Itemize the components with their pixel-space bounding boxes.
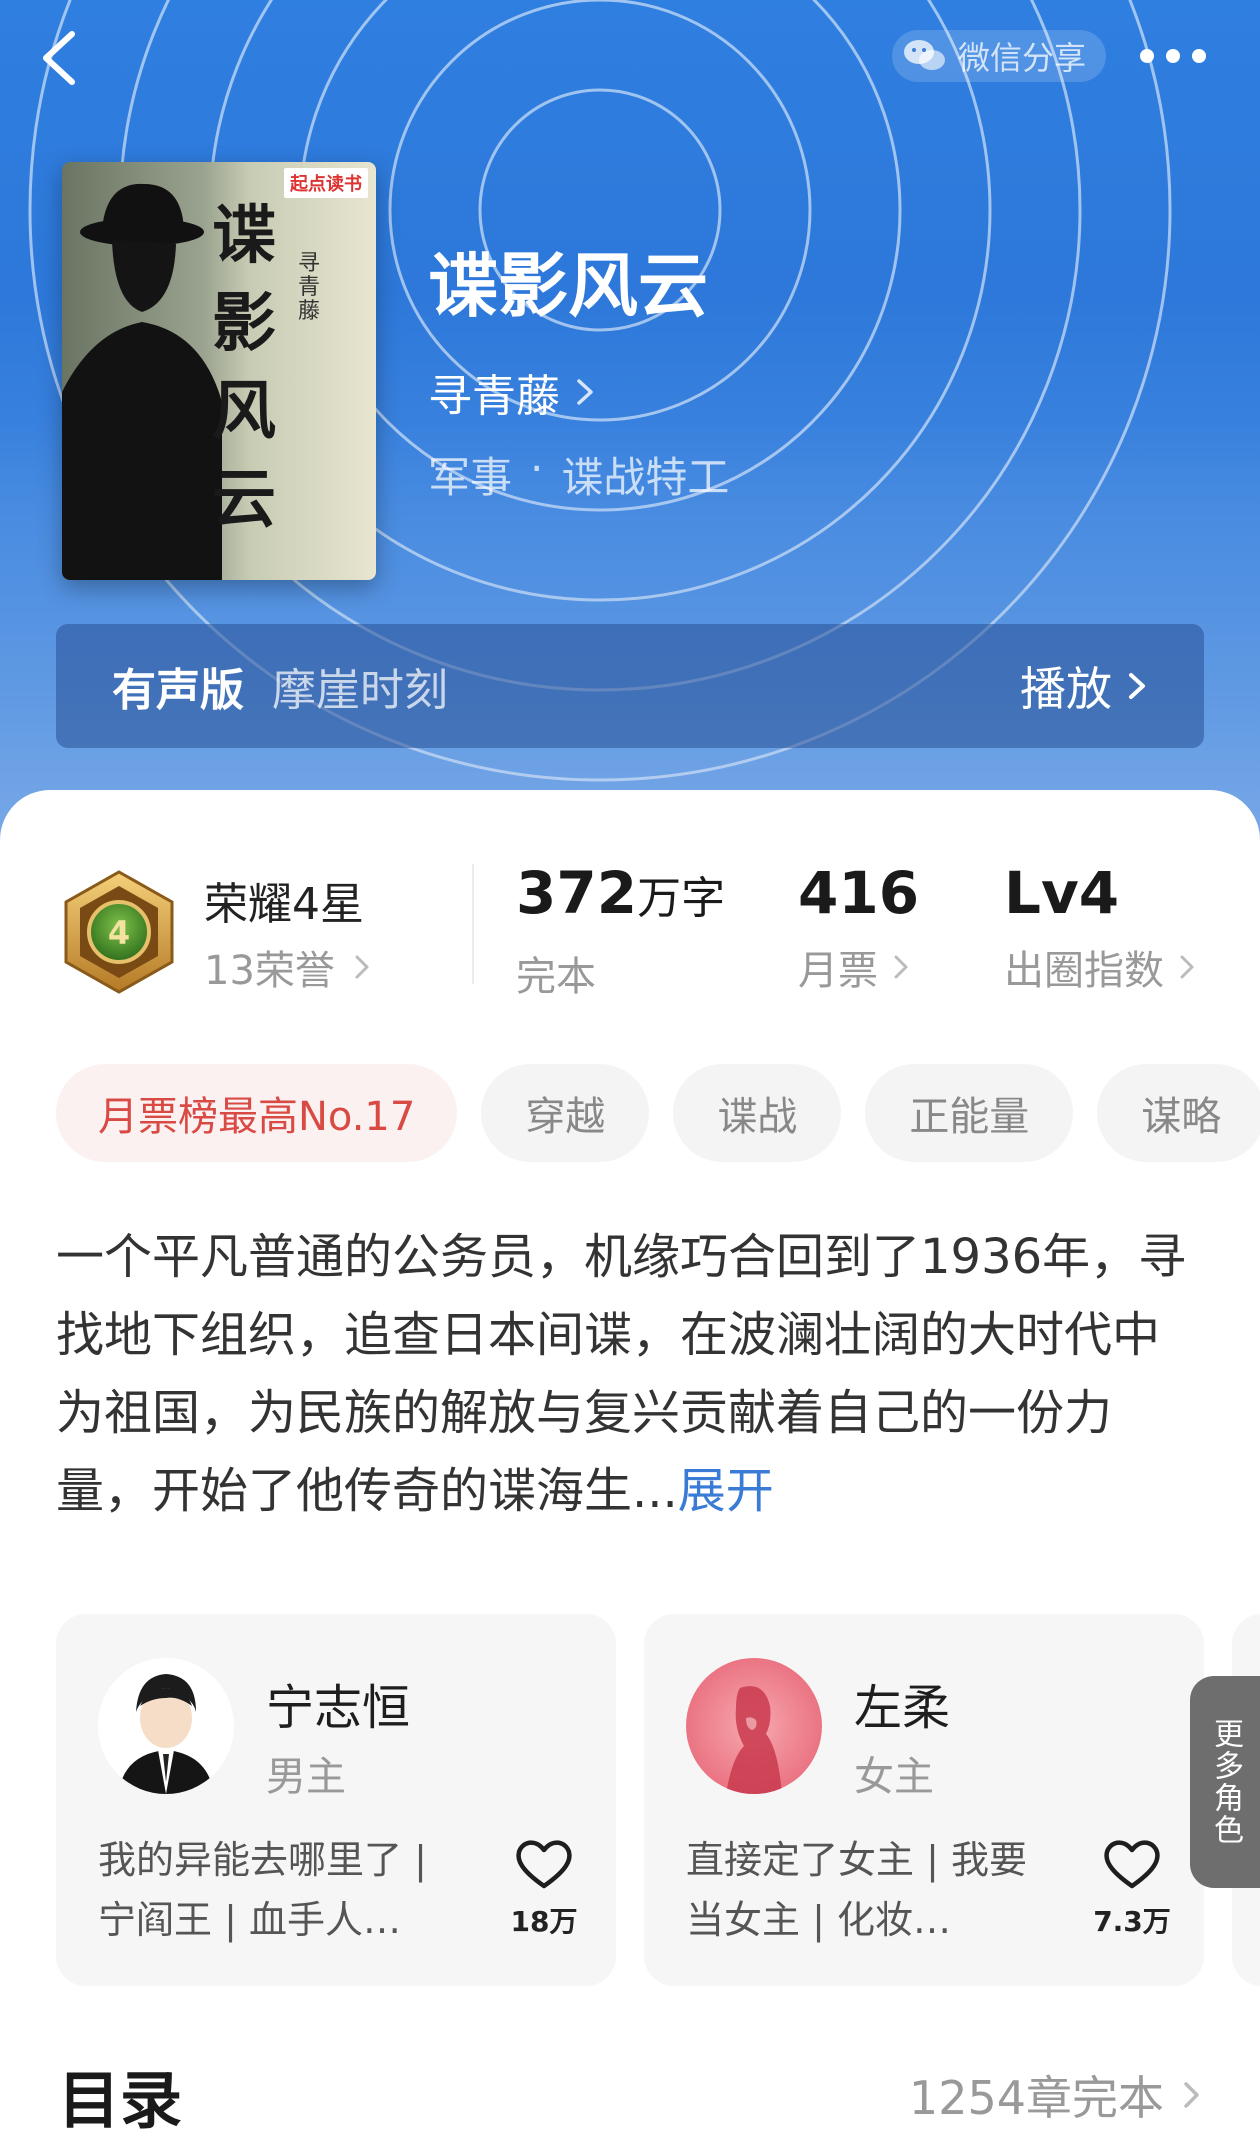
influence-label: 出圈指数 xyxy=(1004,948,1164,994)
cover-title: 谍影风云 xyxy=(212,198,276,537)
wechat-icon xyxy=(904,40,945,70)
character-avatar xyxy=(686,1658,822,1794)
character-role: 男主 xyxy=(266,1754,346,1800)
tag-item[interactable]: 正能量 xyxy=(865,1064,1074,1162)
monthly-votes-value: 416 xyxy=(798,859,920,927)
audiobook-narrator: 摩崖时刻 xyxy=(272,665,448,716)
book-cover[interactable]: 起点读书 谍影风云 寻青藤 xyxy=(62,162,376,580)
like-button[interactable]: 7.3万 xyxy=(1082,1836,1182,1940)
more-dot-icon xyxy=(1140,49,1154,63)
toc-title: 目录 xyxy=(58,2064,183,2137)
influence-level: Lv4 xyxy=(1004,859,1120,927)
tag-item[interactable]: 谋略 xyxy=(1097,1064,1260,1162)
character-tags: 我的异能去哪里了 | 宁阎王 | 血手人… xyxy=(98,1838,427,1942)
like-count: 18万 xyxy=(510,1905,578,1938)
audiobook-bar[interactable]: 有声版 摩崖时刻 播放 xyxy=(56,624,1204,748)
book-title: 谍影风云 xyxy=(428,244,708,327)
genre-separator: · xyxy=(530,444,544,493)
tag-item[interactable]: 穿越 xyxy=(481,1064,650,1162)
more-characters-button[interactable]: 更多角色 xyxy=(1190,1676,1260,1888)
heart-icon xyxy=(516,1840,572,1889)
genre-main[interactable]: 军事 xyxy=(428,444,512,505)
character-tags: 直接定了女主 | 我要当女主 | 化妆… xyxy=(686,1838,1027,1942)
book-hero-header: 微信分享 起点读书 谍影风云 寻青藤 谍影风云 寻青藤 军事 · 谍战特工 有声… xyxy=(0,0,1260,840)
toc-summary-link[interactable]: 1254章完本 xyxy=(909,2062,1202,2128)
monthly-votes-label: 月票 xyxy=(798,948,878,994)
honor-level: 荣耀4星 xyxy=(204,879,364,930)
stats-divider xyxy=(472,864,474,984)
back-button[interactable] xyxy=(36,26,92,90)
word-count-value: 372 xyxy=(516,859,638,927)
play-label: 播放 xyxy=(1020,662,1112,716)
monthly-votes-stat[interactable]: 416 月票 xyxy=(798,858,919,996)
like-button[interactable]: 18万 xyxy=(494,1836,594,1940)
honor-badge-number: 4 xyxy=(108,914,130,952)
heart-icon xyxy=(1104,1840,1160,1889)
character-name: 左柔 xyxy=(854,1680,951,1736)
tag-list: 月票榜最高No.17 穿越 谍战 正能量 谋略 xyxy=(56,1064,1260,1162)
honor-count: 13荣誉 xyxy=(204,948,335,994)
more-options-button[interactable] xyxy=(1140,36,1230,76)
honor-count-link[interactable]: 13荣誉 xyxy=(204,938,371,996)
chevron-right-icon xyxy=(894,955,908,979)
honor-badge-icon[interactable]: 4 xyxy=(60,868,178,996)
more-dot-icon xyxy=(1166,49,1180,63)
book-status: 完本 xyxy=(516,954,596,1000)
female-character-portrait xyxy=(686,1658,822,1794)
audiobook-label: 有声版 xyxy=(112,665,244,716)
book-genre: 军事 · 谍战特工 xyxy=(428,444,729,505)
influence-stat[interactable]: Lv4 出圈指数 xyxy=(1004,858,1196,996)
word-count-stat: 372万字 完本 xyxy=(516,858,725,1002)
character-list: 宁志恒 男主 我的异能去哪里了 | 宁阎王 | 血手人… 18万 左柔 女主 直… xyxy=(56,1614,1260,1986)
word-count-unit: 万字 xyxy=(637,873,726,924)
synopsis-text: 一个平凡普通的公务员，机缘巧合回到了1936年，寻找地下组织，追查日本间谍，在波… xyxy=(56,1229,1187,1519)
chevron-right-icon xyxy=(1184,2082,1199,2108)
author-name: 寻青藤 xyxy=(428,371,560,422)
book-stats-row: 4 荣耀4星 13荣誉 372万字 完本 416 月票 Lv4 出圈指数 xyxy=(0,858,1260,1008)
genre-sub[interactable]: 谍战特工 xyxy=(561,444,729,505)
chevron-right-icon xyxy=(1180,955,1194,979)
character-card[interactable]: 宁志恒 男主 我的异能去哪里了 | 宁阎王 | 血手人… 18万 xyxy=(56,1614,616,1986)
table-of-contents-row[interactable]: 目录 1254章完本 xyxy=(0,2040,1260,2138)
tag-item[interactable]: 谍战 xyxy=(673,1064,842,1162)
back-arrow-icon xyxy=(43,31,75,85)
expand-link[interactable]: 展开 xyxy=(678,1463,774,1519)
book-synopsis[interactable]: 一个平凡普通的公务员，机缘巧合回到了1936年，寻找地下组织，追查日本间谍，在波… xyxy=(56,1218,1206,1530)
character-card[interactable]: 左柔 女主 直接定了女主 | 我要当女主 | 化妆… 7.3万 xyxy=(644,1614,1204,1986)
play-button[interactable]: 播放 xyxy=(1020,653,1148,719)
character-role: 女主 xyxy=(854,1754,934,1800)
more-dot-icon xyxy=(1192,49,1206,63)
male-character-portrait xyxy=(98,1658,234,1794)
character-avatar xyxy=(98,1658,234,1794)
chevron-right-icon xyxy=(355,955,369,979)
chevron-right-icon xyxy=(1129,673,1145,699)
author-link[interactable]: 寻青藤 xyxy=(428,360,596,424)
chevron-right-icon xyxy=(577,379,593,405)
toc-summary: 1254章完本 xyxy=(908,2071,1164,2125)
wechat-share-label: 微信分享 xyxy=(958,39,1087,77)
character-name: 宁志恒 xyxy=(266,1680,411,1736)
wechat-share-button[interactable]: 微信分享 xyxy=(892,30,1106,82)
like-count: 7.3万 xyxy=(1093,1905,1171,1938)
cover-brand-label: 起点读书 xyxy=(284,168,368,198)
tag-rank[interactable]: 月票榜最高No.17 xyxy=(56,1064,458,1162)
cover-author: 寻青藤 xyxy=(298,251,321,324)
